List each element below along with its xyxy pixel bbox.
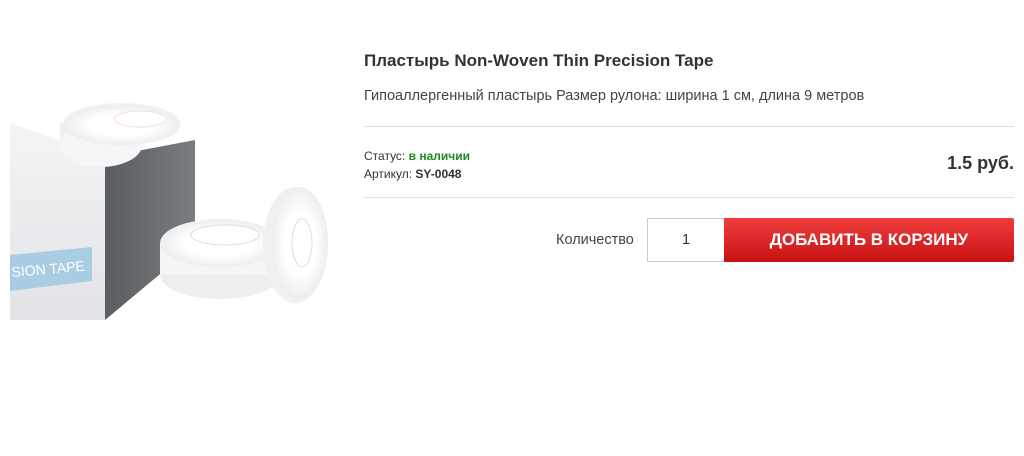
product-meta-row: Статус: в наличии Артикул: SY-0048 1.5 р…: [364, 127, 1014, 197]
sku-value: SY-0048: [415, 167, 462, 181]
sku-label: Артикул:: [364, 167, 413, 181]
quantity-label: Количество: [556, 232, 634, 248]
product-description: Гипоаллергенный пластырь Размер рулона: …: [364, 88, 865, 104]
add-to-cart-row: Количество ДОБАВИТЬ В КОРЗИНУ: [364, 198, 1014, 262]
product-title: Пластырь Non-Woven Thin Precision Tape: [364, 51, 714, 70]
product-meta: Статус: в наличии Артикул: SY-0048: [364, 147, 470, 183]
status-label: Статус:: [364, 149, 406, 163]
product-image: SION TAPE: [10, 95, 330, 335]
status-value: в наличии: [408, 149, 470, 163]
product-info: Пластырь Non-Woven Thin Precision Tape Г…: [364, 50, 1014, 262]
quantity-input[interactable]: [647, 218, 724, 262]
product-price: 1.5 руб.: [947, 153, 1014, 173]
add-to-cart-button[interactable]: ДОБАВИТЬ В КОРЗИНУ: [724, 218, 1014, 262]
sku-line: Артикул: SY-0048: [364, 165, 470, 183]
status-line: Статус: в наличии: [364, 147, 470, 165]
